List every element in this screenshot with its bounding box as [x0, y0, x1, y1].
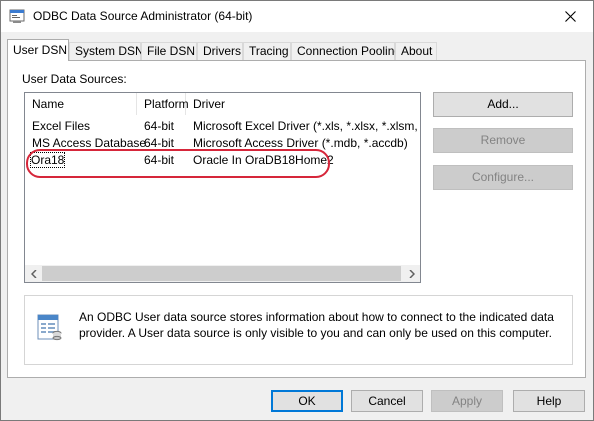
tab-label: About	[401, 44, 433, 58]
dsn-name: Excel Files	[32, 119, 91, 133]
user-data-sources-list[interactable]: Name Platform Driver Excel Files 64-bit …	[24, 92, 421, 283]
dsn-name-text: Ora18	[29, 152, 66, 168]
tab-system-dsn[interactable]: System DSN	[69, 42, 144, 60]
list-item[interactable]: Excel Files 64-bit Microsoft Excel Drive…	[25, 118, 420, 135]
tab-about[interactable]: About	[395, 42, 437, 60]
column-header-driver[interactable]: Driver	[186, 93, 420, 115]
user-dsn-panel: User Data Sources: Name Platform Driver …	[7, 60, 586, 378]
tab-drivers[interactable]: Drivers	[197, 42, 243, 60]
list-item-ora18[interactable]: Ora18 64-bit Oracle In OraDB18Home2	[25, 152, 420, 169]
help-button[interactable]: Help	[513, 390, 585, 412]
apply-button[interactable]: Apply	[431, 390, 503, 412]
horizontal-scrollbar[interactable]	[25, 265, 420, 282]
column-header-name[interactable]: Name	[25, 93, 137, 115]
tab-label: Connection Pooling	[297, 44, 402, 58]
chevron-right-icon	[408, 269, 415, 278]
column-header-label: Name	[32, 97, 65, 111]
odbc-app-icon	[9, 9, 25, 23]
cancel-button[interactable]: Cancel	[351, 390, 423, 412]
close-icon	[564, 11, 576, 22]
add-button[interactable]: Add...	[433, 92, 573, 117]
dsn-driver: Microsoft Excel Driver (*.xls, *.xlsx, *…	[193, 119, 420, 133]
column-header-platform[interactable]: Platform	[137, 93, 189, 115]
scroll-right-button[interactable]	[403, 265, 420, 282]
tab-connection-pooling[interactable]: Connection Pooling	[291, 42, 401, 60]
dsn-name: MS Access Database	[32, 136, 147, 150]
info-box: An ODBC User data source stores informat…	[24, 295, 573, 365]
dsn-driver: Oracle In OraDB18Home2	[193, 153, 334, 167]
tab-label: System DSN	[75, 44, 144, 58]
dsn-name: Ora18	[29, 152, 66, 169]
list-header: Name Platform Driver	[25, 93, 420, 115]
tab-tracing[interactable]: Tracing	[243, 42, 291, 60]
dsn-platform: 64-bit	[144, 136, 175, 150]
dsn-platform: 64-bit	[144, 153, 175, 167]
remove-button[interactable]: Remove	[433, 128, 573, 153]
dsn-driver: Microsoft Access Driver (*.mdb, *.accdb)	[193, 136, 408, 150]
tab-label: File DSN	[147, 44, 196, 58]
close-button[interactable]	[547, 1, 593, 32]
list-item[interactable]: MS Access Database 64-bit Microsoft Acce…	[25, 135, 420, 152]
chevron-left-icon	[30, 269, 37, 278]
tab-file-dsn[interactable]: File DSN	[141, 42, 197, 60]
scroll-left-button[interactable]	[25, 265, 42, 282]
tab-label: Drivers	[203, 44, 241, 58]
tab-user-dsn[interactable]: User DSN	[7, 39, 69, 61]
column-header-label: Platform	[144, 97, 189, 111]
data-source-info-icon	[37, 314, 62, 341]
tab-label: Tracing	[249, 44, 289, 58]
column-header-label: Driver	[193, 97, 225, 111]
info-text: An ODBC User data source stores informat…	[79, 310, 554, 340]
dsn-platform: 64-bit	[144, 119, 175, 133]
ok-button[interactable]: OK	[271, 390, 343, 412]
title-bar[interactable]: ODBC Data Source Administrator (64-bit)	[1, 1, 593, 32]
odbc-admin-window: ODBC Data Source Administrator (64-bit) …	[0, 0, 594, 421]
window-title: ODBC Data Source Administrator (64-bit)	[33, 9, 253, 23]
tab-label: User DSN	[13, 43, 68, 57]
scrollbar-thumb[interactable]	[42, 266, 401, 281]
user-data-sources-label: User Data Sources:	[22, 72, 127, 86]
configure-button[interactable]: Configure...	[433, 165, 573, 190]
